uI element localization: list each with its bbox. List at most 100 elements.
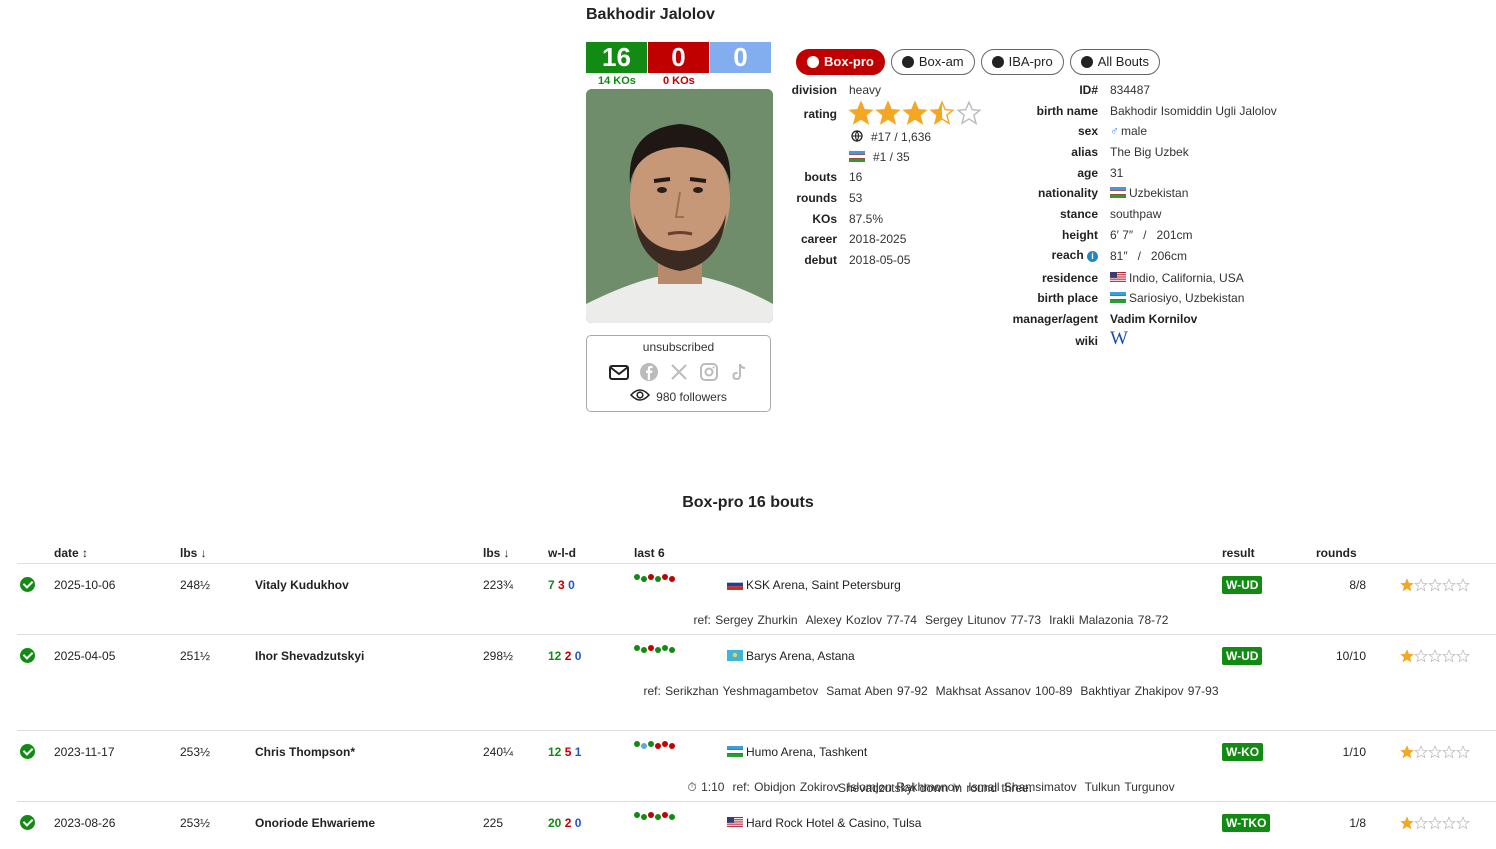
instagram-icon[interactable] — [698, 361, 720, 383]
opponent-weight: 223¾ — [483, 578, 514, 592]
last6-result-dot — [669, 647, 675, 653]
facebook-icon[interactable] — [638, 361, 660, 383]
opponent-weight: 298½ — [483, 649, 514, 663]
bout-official: Makhsat Assanov 100-89 — [935, 684, 1073, 698]
bout-rating-star — [1456, 649, 1470, 666]
height-label: height — [1062, 228, 1098, 242]
bout-official: ref: Sergey Zhurkin — [693, 613, 798, 627]
rating-star — [929, 100, 955, 129]
tiktok-icon[interactable] — [728, 361, 750, 383]
last6-result-dot — [655, 576, 661, 582]
national-rank-value: #1 / 35 — [873, 150, 910, 164]
bouts-label: bouts — [804, 170, 837, 184]
opponent-record: 20 2 0 — [548, 816, 582, 830]
opponent-record: 12 2 0 — [548, 649, 582, 663]
kos-label: KOs — [812, 212, 837, 226]
last6-result-dot — [662, 741, 668, 747]
col-rounds-header: rounds — [1316, 546, 1357, 560]
col-lbs-header[interactable]: lbs ↓ — [180, 546, 207, 560]
opponent-record: 7 3 0 — [548, 578, 575, 592]
tab-all-bouts[interactable]: All Bouts — [1069, 49, 1161, 75]
bout-rating-star — [1414, 578, 1428, 595]
bout-officials: ⏱ 1:10 ref: Obidjon Zokirov Islomjon Rakhm… — [0, 780, 1496, 795]
info-icon[interactable]: i — [1087, 251, 1098, 262]
bout-official: Ismail Shamsimatov — [968, 780, 1077, 794]
division-label: division — [791, 83, 837, 97]
opponent-link[interactable]: Onoriode Ehwarieme — [255, 816, 375, 830]
wiki-label: wiki — [1075, 334, 1098, 348]
last6-result-dot — [641, 743, 647, 749]
nationality-value: Uzbekistan — [1110, 186, 1188, 200]
birth-name-label: birth name — [1036, 104, 1098, 118]
reach-text: reach — [1051, 248, 1084, 262]
bout-rating — [1400, 649, 1470, 666]
bout-official: Bakhtiyar Zhakipov 97-93 — [1080, 684, 1219, 698]
bout-officials: ref: Sergey Zhurkin Alexey Kozlov 77-74 Se… — [0, 613, 1496, 627]
result-badge: W-TKO — [1222, 814, 1271, 832]
wikipedia-icon[interactable]: W — [1110, 328, 1128, 350]
uzbekistan-flag-icon — [1110, 291, 1129, 305]
bout-rating-star — [1400, 745, 1414, 762]
envelope-icon[interactable] — [608, 361, 630, 383]
usa-flag-icon — [727, 816, 746, 830]
bouts-section-title: Box-pro 16 bouts — [682, 494, 814, 511]
last6-result-dot — [662, 645, 668, 651]
tab-iba-pro[interactable]: IBA-pro — [980, 49, 1064, 75]
header-divider — [17, 563, 1496, 564]
opponent-link[interactable]: Chris Thompson* — [255, 745, 355, 759]
bout-rating-star — [1442, 578, 1456, 595]
last6-result-dot — [641, 647, 647, 653]
x-twitter-icon[interactable] — [668, 361, 690, 383]
bout-rating-star — [1428, 649, 1442, 666]
row-divider — [17, 730, 1496, 731]
reach-value: 81″ / 206cm — [1110, 249, 1187, 263]
rating-star — [848, 100, 874, 129]
bout-rounds: 10/10 — [1335, 649, 1366, 663]
opponent-weight: 240¼ — [483, 745, 514, 759]
rating-label: rating — [803, 107, 837, 121]
bout-weight: 253½ — [180, 745, 211, 759]
bout-type-tabs: Box-pro Box-am IBA-pro All Bouts — [796, 49, 1161, 75]
bout-official: ref: Obidjon Zokirov — [732, 780, 840, 794]
bout-rating-star — [1456, 816, 1470, 833]
bout-official: Tulkun Turgunov — [1084, 780, 1175, 794]
result-badge: W-UD — [1222, 576, 1263, 594]
id-value: 834487 — [1110, 83, 1151, 97]
opponent-link[interactable]: Ihor Shevadzutskyi — [255, 649, 364, 663]
venue[interactable]: Humo Arena, Tashkent — [727, 745, 867, 759]
last6-result-dot — [648, 741, 654, 747]
bout-date: 2023-11-17 — [54, 745, 115, 759]
col-date-header[interactable]: date ↕ — [54, 546, 88, 560]
alias-value: The Big Uzbek — [1110, 145, 1189, 159]
tab-box-pro[interactable]: Box-pro — [796, 49, 885, 75]
bout-official: Sergey Litunov 77-73 — [924, 613, 1042, 627]
uzbekistan-flag-icon — [849, 150, 868, 164]
venue[interactable]: Hard Rock Hotel & Casino, Tulsa — [727, 816, 921, 830]
opponent-link[interactable]: Vitaly Kudukhov — [255, 578, 349, 592]
last6-result-dot — [634, 812, 640, 818]
col-opp-lbs-header[interactable]: lbs ↓ — [483, 546, 510, 560]
manager-link[interactable]: Vadim Kornilov — [1110, 312, 1197, 326]
venue[interactable]: Barys Arena, Astana — [727, 649, 855, 663]
bout-rating-star — [1428, 816, 1442, 833]
win-check-icon — [20, 815, 35, 830]
subscription-status: unsubscribed — [642, 340, 715, 354]
id-label: ID# — [1079, 83, 1098, 97]
birth-place-value: Sariosiyo, Uzbekistan — [1110, 291, 1244, 305]
rating-star — [902, 100, 928, 129]
tab-box-am[interactable]: Box-am — [890, 49, 975, 75]
last6-result-dot — [655, 743, 661, 749]
last6-result-dot — [634, 574, 640, 580]
bout-rating-star — [1414, 816, 1428, 833]
venue[interactable]: KSK Arena, Saint Petersburg — [727, 578, 901, 592]
bout-weight: 248½ — [180, 578, 211, 592]
birth-place-label: birth place — [1037, 291, 1098, 305]
last6-result-dot — [669, 576, 675, 582]
bout-officials: ref: Serikzhan Yeshmagambetov Samat Aben … — [0, 684, 1496, 698]
rating-stars — [848, 100, 982, 129]
win-check-icon — [20, 744, 35, 759]
bout-official: ref: Serikzhan Yeshmagambetov — [643, 684, 819, 698]
age-label: age — [1077, 166, 1098, 180]
bouts-value: 16 — [849, 170, 863, 184]
sex-value: ♂ male — [1110, 124, 1147, 138]
